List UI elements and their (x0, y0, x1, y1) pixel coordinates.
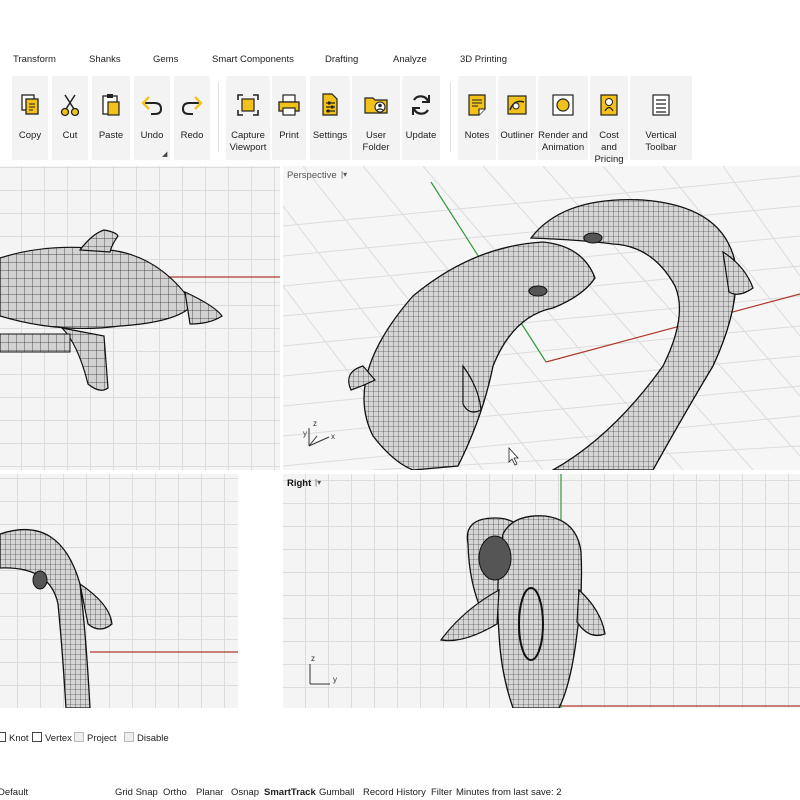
print-button[interactable]: Print (272, 76, 306, 160)
osnap-toggle[interactable]: Osnap (231, 787, 259, 798)
perspective-axis-gizmo (308, 428, 330, 447)
project-checkbox[interactable] (74, 732, 84, 742)
viewport-right[interactable]: Right |▾ z y (283, 474, 800, 708)
vertical-toolbar-icon (652, 94, 670, 116)
viewport-right-title[interactable]: Right (287, 478, 311, 489)
copy-button[interactable]: Copy (12, 76, 48, 160)
viewport-top[interactable] (0, 166, 280, 470)
gumball-toggle[interactable]: Gumball (319, 787, 354, 798)
last-save-status: Minutes from last save: 2 (456, 787, 562, 798)
grid-snap-toggle[interactable]: Grid Snap (115, 787, 158, 798)
ribbon-tabs: Transform Shanks Gems Smart Components D… (0, 46, 800, 72)
undo-label: Undo (140, 130, 164, 141)
osnap-disable[interactable]: Disable (124, 732, 169, 744)
folder-icon (364, 97, 388, 114)
front-ring-model (0, 528, 238, 708)
update-button[interactable]: Update (402, 76, 440, 160)
capture-icon (237, 94, 259, 116)
print-label: Print (279, 130, 299, 141)
undo-icon (141, 96, 163, 115)
user-folder-label: User Folder (362, 130, 390, 153)
ortho-toggle[interactable]: Ortho (163, 787, 187, 798)
render-icon (552, 94, 574, 116)
outliner-button[interactable]: Outliner (498, 76, 536, 160)
settings-icon (322, 93, 338, 116)
update-label: Update (405, 130, 437, 141)
vertical-toolbar-button[interactable]: Vertical Toolbar (630, 76, 692, 160)
tab-drafting[interactable]: Drafting (325, 54, 358, 65)
outliner-icon (507, 95, 527, 115)
outliner-label: Outliner (500, 130, 534, 141)
right-axis-z: z (311, 654, 315, 663)
notes-button[interactable]: Notes (458, 76, 496, 160)
osnap-knot[interactable]: Knot (0, 732, 29, 744)
capture-viewport-label: Capture Viewport (229, 130, 267, 153)
tab-gems[interactable]: Gems (153, 54, 178, 65)
render-animation-button[interactable]: Render and Animation (538, 76, 588, 160)
osnap-vertex[interactable]: Vertex (32, 732, 72, 744)
right-axis-y: y (333, 675, 337, 684)
redo-label: Redo (180, 130, 204, 141)
cut-icon (60, 94, 80, 117)
cost-icon (600, 94, 618, 116)
filter-toggle[interactable]: Filter (431, 787, 452, 798)
dolphin-side-model (0, 229, 280, 391)
user-folder-button[interactable]: User Folder (352, 76, 400, 160)
ribbon-separator (218, 82, 219, 152)
layer-indicator[interactable]: Default (0, 787, 28, 798)
viewport-front[interactable] (0, 474, 238, 708)
planar-toggle[interactable]: Planar (196, 787, 223, 798)
vertical-toolbar-label: Vertical Toolbar (645, 130, 677, 153)
title-bar (0, 0, 800, 24)
render-animation-label: Render and Animation (538, 130, 588, 153)
redo-button[interactable]: Redo (174, 76, 210, 160)
smarttrack-toggle[interactable]: SmartTrack (264, 787, 316, 798)
right-axis-gizmo (309, 664, 330, 685)
copy-label: Copy (18, 130, 42, 141)
perspective-axis-x: x (331, 432, 335, 441)
osnap-bar: Knot Vertex Project Disable (0, 726, 800, 750)
paste-icon (102, 94, 120, 116)
cost-pricing-label: Cost and Pricing (594, 130, 624, 165)
notes-label: Notes (464, 130, 490, 141)
right-view-scene (309, 474, 800, 708)
viewport-perspective-title[interactable]: Perspective (287, 170, 337, 181)
record-history-toggle[interactable]: Record History (363, 787, 426, 798)
osnap-project[interactable]: Project (74, 732, 117, 744)
notes-icon (468, 94, 486, 116)
capture-viewport-button[interactable]: Capture Viewport (226, 76, 270, 160)
cut-button[interactable]: Cut (52, 76, 88, 160)
copy-icon (21, 94, 39, 115)
perspective-scene (283, 166, 800, 470)
vertex-checkbox[interactable] (32, 732, 42, 742)
tab-transform[interactable]: Transform (13, 54, 56, 65)
viewport-perspective-menu-icon[interactable]: |▾ (341, 170, 347, 179)
ribbon-toolbar: Copy Cut Paste Undo ◢ Redo Capture Viewp… (0, 72, 800, 165)
viewport-right-menu-icon[interactable]: |▾ (315, 478, 321, 487)
ribbon-separator (450, 82, 451, 152)
disable-checkbox[interactable] (124, 732, 134, 742)
undo-dropdown-icon[interactable]: ◢ (162, 150, 167, 158)
knot-checkbox[interactable] (0, 732, 6, 742)
perspective-axis-y: y (303, 429, 307, 438)
update-icon (412, 95, 430, 115)
viewport-perspective[interactable]: Perspective |▾ z y x (283, 166, 800, 470)
cost-pricing-button[interactable]: Cost and Pricing (590, 76, 628, 165)
paste-button[interactable]: Paste (92, 76, 130, 160)
print-icon (278, 94, 300, 116)
status-bar: Default Grid Snap Ortho Planar Osnap Sma… (0, 784, 800, 800)
tab-3d-printing[interactable]: 3D Printing (460, 54, 507, 65)
tab-shanks[interactable]: Shanks (89, 54, 121, 65)
cut-label: Cut (62, 130, 78, 141)
settings-button[interactable]: Settings (310, 76, 350, 160)
undo-button[interactable]: Undo ◢ (134, 76, 170, 160)
tab-analyze[interactable]: Analyze (393, 54, 427, 65)
settings-label: Settings (312, 130, 348, 141)
redo-icon (181, 96, 203, 115)
perspective-axis-z: z (313, 419, 317, 428)
tab-smart-components[interactable]: Smart Components (212, 54, 294, 65)
paste-label: Paste (98, 130, 124, 141)
